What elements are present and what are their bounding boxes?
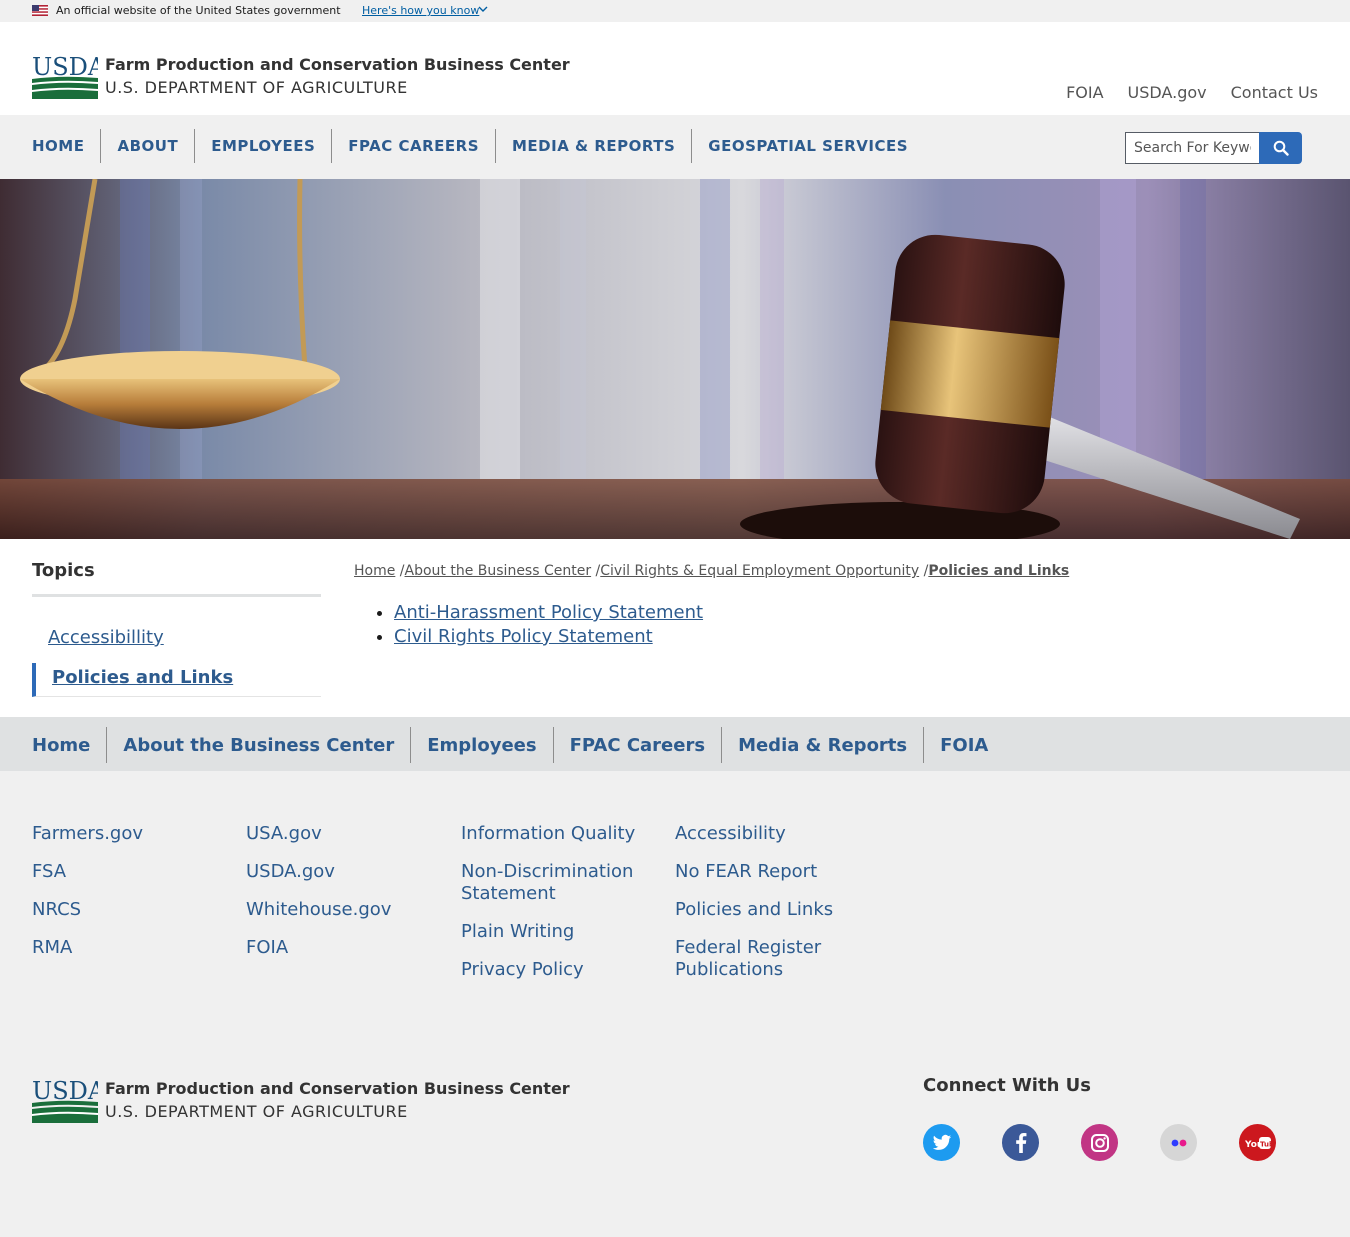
footer-link-nrcs[interactable]: NRCS (32, 899, 232, 921)
chevron-down-icon[interactable] (478, 6, 488, 14)
facebook-icon[interactable] (1002, 1124, 1039, 1161)
footer-link-federal-register[interactable]: Federal Register Publications (675, 937, 875, 981)
footer-link-usa-gov[interactable]: USA.gov (246, 823, 446, 845)
footer-nav-about[interactable]: About the Business Center (106, 727, 410, 763)
policy-link-list: Anti-Harassment Policy Statement Civil R… (394, 601, 703, 649)
hero-illustration (0, 179, 1350, 539)
main-nav: HOME ABOUT EMPLOYEES FPAC CAREERS MEDIA … (0, 115, 1350, 179)
sidebar-item-accessibility[interactable]: Accessibillity (32, 627, 321, 648)
search-icon (1273, 140, 1289, 156)
footer-link-non-discrimination[interactable]: Non-Discrimination Statement (461, 861, 661, 905)
footer-link-accessibility[interactable]: Accessibility (675, 823, 875, 845)
footer-nav: Home About the Business Center Employees… (0, 717, 1350, 771)
list-item: Anti-Harassment Policy Statement (394, 601, 703, 625)
gov-banner-text: An official website of the United States… (56, 4, 341, 17)
footer-subtitle: U.S. DEPARTMENT OF AGRICULTURE (105, 1102, 408, 1121)
footer-link-fsa[interactable]: FSA (32, 861, 232, 883)
connect-title: Connect With Us (923, 1075, 1091, 1096)
nav-item-employees[interactable]: EMPLOYEES (194, 129, 331, 163)
breadcrumb-civil-rights[interactable]: Civil Rights & Equal Employment Opportun… (600, 563, 919, 579)
footer-link-farmers[interactable]: Farmers.gov (32, 823, 232, 845)
content-area: Topics Accessibillity Policies and Links… (0, 539, 1350, 717)
youtube-icon[interactable]: YouTube (1239, 1124, 1276, 1161)
util-link-usda[interactable]: USDA.gov (1128, 83, 1207, 102)
hero-image (0, 179, 1350, 539)
footer-link-usda-gov[interactable]: USDA.gov (246, 861, 446, 883)
footer-link-column: Accessibility No FEAR Report Policies an… (675, 823, 875, 997)
footer-title: Farm Production and Conservation Busines… (105, 1079, 570, 1098)
usda-logo-icon: USDA (32, 1077, 98, 1123)
breadcrumb-home[interactable]: Home (354, 563, 395, 579)
breadcrumb-current[interactable]: Policies and Links (928, 563, 1069, 579)
nav-item-about[interactable]: ABOUT (100, 129, 194, 163)
footer-link-no-fear[interactable]: No FEAR Report (675, 861, 875, 883)
flickr-icon[interactable] (1160, 1124, 1197, 1161)
utility-nav: FOIA USDA.gov Contact Us (1066, 83, 1318, 102)
footer-link-policies[interactable]: Policies and Links (675, 899, 875, 921)
site-logo[interactable]: USDA Farm Production and Conservation Bu… (32, 53, 570, 103)
footer: Farmers.gov FSA NRCS RMA USA.gov USDA.go… (0, 771, 1350, 1237)
footer-nav-foia[interactable]: FOIA (923, 727, 1004, 763)
footer-nav-media[interactable]: Media & Reports (721, 727, 923, 763)
sidebar-title: Topics (32, 560, 95, 581)
footer-link-privacy-policy[interactable]: Privacy Policy (461, 959, 661, 981)
nav-item-home[interactable]: HOME (32, 129, 100, 163)
footer-nav-careers[interactable]: FPAC Careers (552, 727, 721, 763)
gov-banner: An official website of the United States… (0, 0, 1350, 22)
util-link-foia[interactable]: FOIA (1066, 83, 1103, 102)
instagram-icon[interactable] (1081, 1124, 1118, 1161)
sidebar-item-policies-and-links[interactable]: Policies and Links (32, 663, 321, 697)
footer-link-whitehouse[interactable]: Whitehouse.gov (246, 899, 446, 921)
footer-link-column: USA.gov USDA.gov Whitehouse.gov FOIA (246, 823, 446, 975)
footer-link-rma[interactable]: RMA (32, 937, 232, 959)
footer-nav-home[interactable]: Home (32, 727, 106, 763)
breadcrumb-about[interactable]: About the Business Center (405, 563, 592, 579)
site-title: Farm Production and Conservation Busines… (105, 55, 570, 74)
site-subtitle: U.S. DEPARTMENT OF AGRICULTURE (105, 78, 408, 97)
breadcrumb: Home /About the Business Center /Civil R… (354, 563, 1069, 579)
site-header: USDA Farm Production and Conservation Bu… (0, 22, 1350, 115)
footer-logo[interactable]: USDA Farm Production and Conservation Bu… (32, 1077, 570, 1127)
usda-logo-icon: USDA (32, 53, 98, 99)
footer-link-plain-writing[interactable]: Plain Writing (461, 921, 661, 943)
search-form (1125, 132, 1302, 164)
sidebar-divider (32, 594, 321, 597)
anti-harassment-link[interactable]: Anti-Harassment Policy Statement (394, 602, 703, 623)
search-button[interactable] (1259, 132, 1302, 164)
footer-link-information-quality[interactable]: Information Quality (461, 823, 661, 845)
svg-text:Tube: Tube (1260, 1140, 1271, 1148)
search-input[interactable] (1125, 132, 1259, 164)
heres-how-you-know-link[interactable]: Here's how you know (362, 4, 479, 17)
us-flag-icon (32, 5, 48, 16)
nav-item-fpac-careers[interactable]: FPAC CAREERS (331, 129, 495, 163)
nav-item-media-reports[interactable]: MEDIA & REPORTS (495, 129, 691, 163)
civil-rights-link[interactable]: Civil Rights Policy Statement (394, 626, 653, 647)
list-item: Civil Rights Policy Statement (394, 625, 703, 649)
footer-nav-employees[interactable]: Employees (410, 727, 552, 763)
util-link-contact[interactable]: Contact Us (1231, 83, 1318, 102)
footer-link-foia[interactable]: FOIA (246, 937, 446, 959)
footer-link-column: Farmers.gov FSA NRCS RMA (32, 823, 232, 975)
twitter-icon[interactable] (923, 1124, 960, 1161)
nav-item-geospatial[interactable]: GEOSPATIAL SERVICES (691, 129, 924, 163)
footer-link-column: Information Quality Non-Discrimination S… (461, 823, 661, 997)
